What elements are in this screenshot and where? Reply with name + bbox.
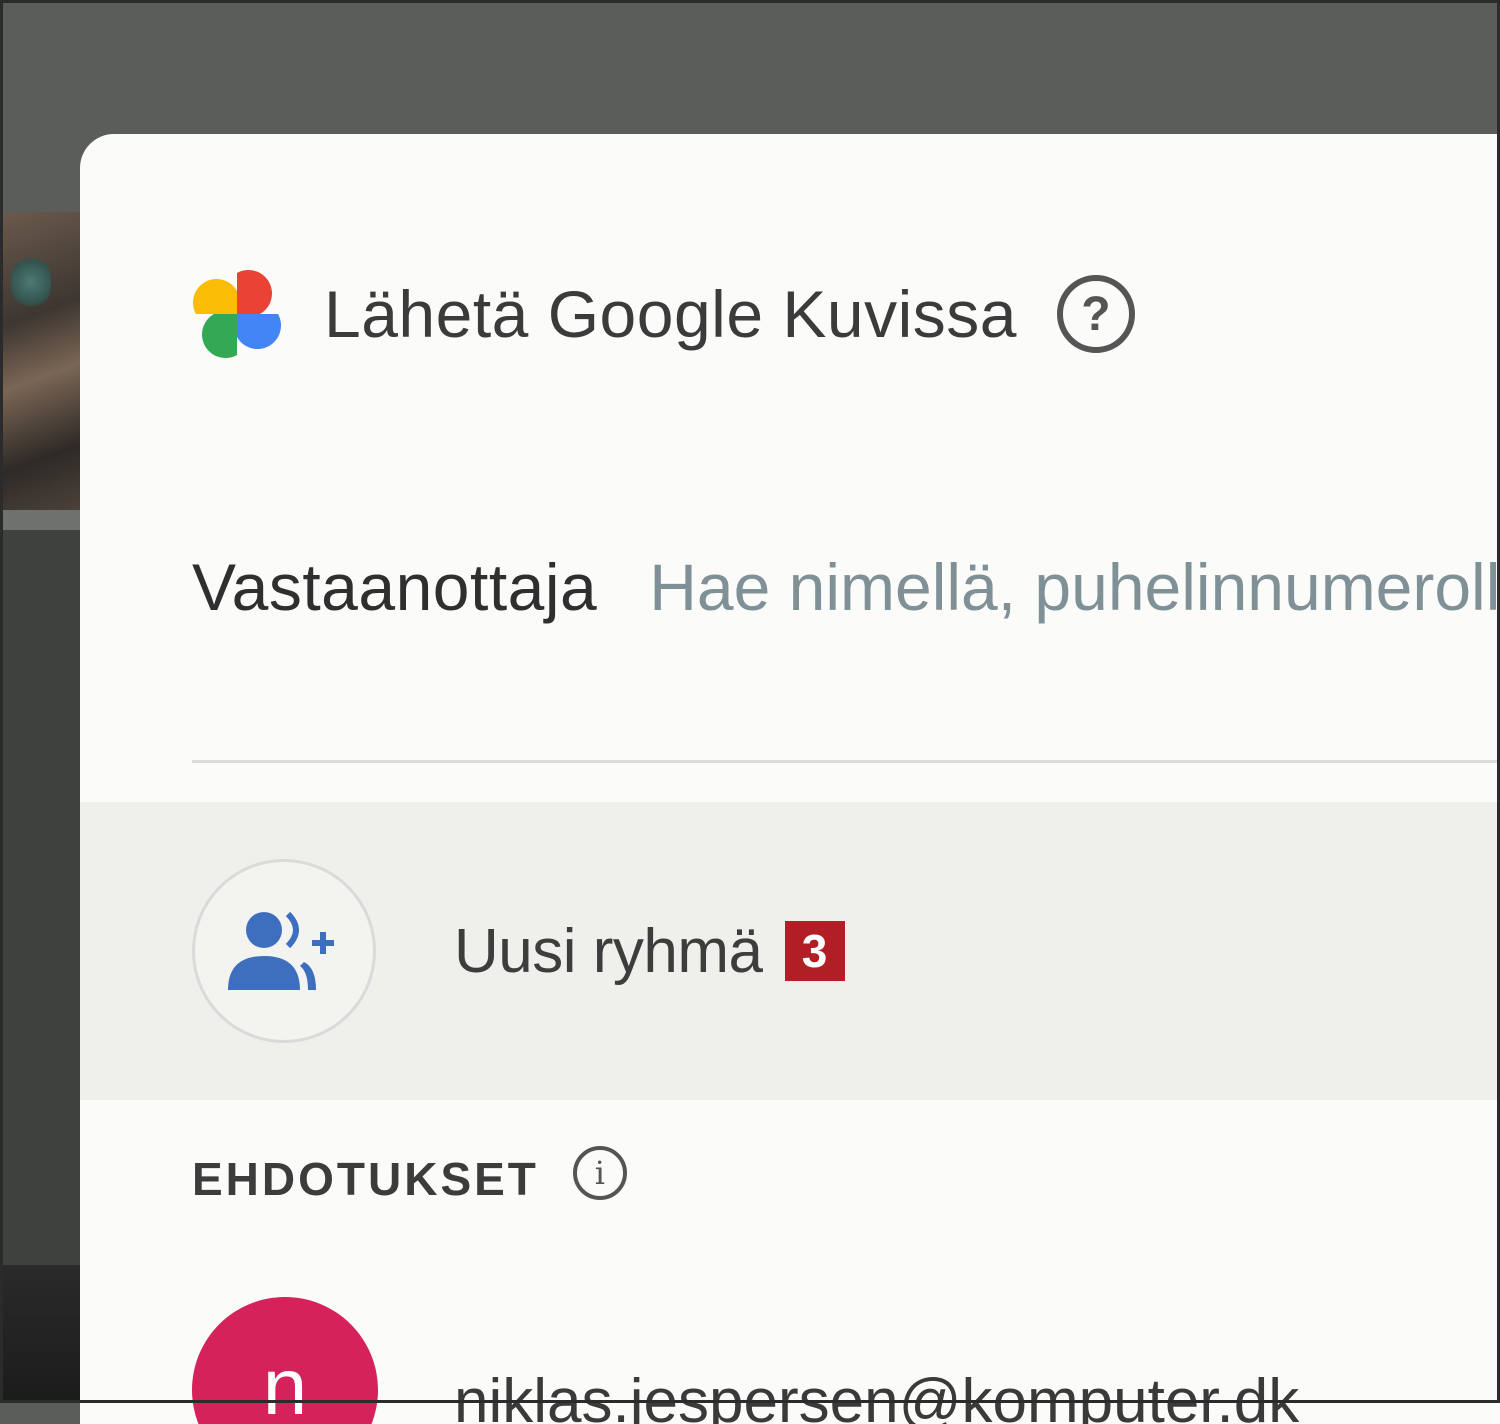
- contact-email: niklas.jespersen@komputer.dk: [454, 1366, 1299, 1424]
- new-group-button[interactable]: Uusi ryhmä 3: [80, 802, 1500, 1100]
- recipient-label: Vastaanottaja: [192, 549, 597, 625]
- share-dialog: Lähetä Google Kuvissa ? Vastaanottaja Uu…: [80, 134, 1500, 1424]
- info-icon[interactable]: i: [573, 1146, 627, 1200]
- group-avatar: [192, 859, 376, 1043]
- contact-suggestion[interactable]: n niklas.jespersen@komputer.dk: [192, 1297, 1299, 1424]
- background-divider: [3, 510, 80, 530]
- google-photos-pinwheel-icon: [192, 269, 282, 359]
- help-circle-icon[interactable]: ?: [1057, 275, 1135, 353]
- add-group-icon: [224, 906, 344, 996]
- background-photo: [3, 212, 80, 510]
- contact-avatar: n: [192, 1297, 378, 1424]
- suggestions-heading: EHDOTUKSET: [192, 1152, 539, 1206]
- recipient-search-input[interactable]: [649, 549, 1500, 625]
- background-photo: [3, 1265, 80, 1400]
- dialog-title: Lähetä Google Kuvissa: [324, 276, 1017, 352]
- new-group-label: Uusi ryhmä: [454, 916, 763, 987]
- dialog-header: Lähetä Google Kuvissa ?: [192, 264, 1135, 364]
- suggestions-header: EHDOTUKSET i: [192, 1152, 627, 1206]
- recipient-field: Vastaanottaja: [192, 549, 1500, 625]
- step-badge: 3: [785, 921, 845, 981]
- background-photo: [3, 530, 80, 1265]
- divider: [192, 760, 1500, 763]
